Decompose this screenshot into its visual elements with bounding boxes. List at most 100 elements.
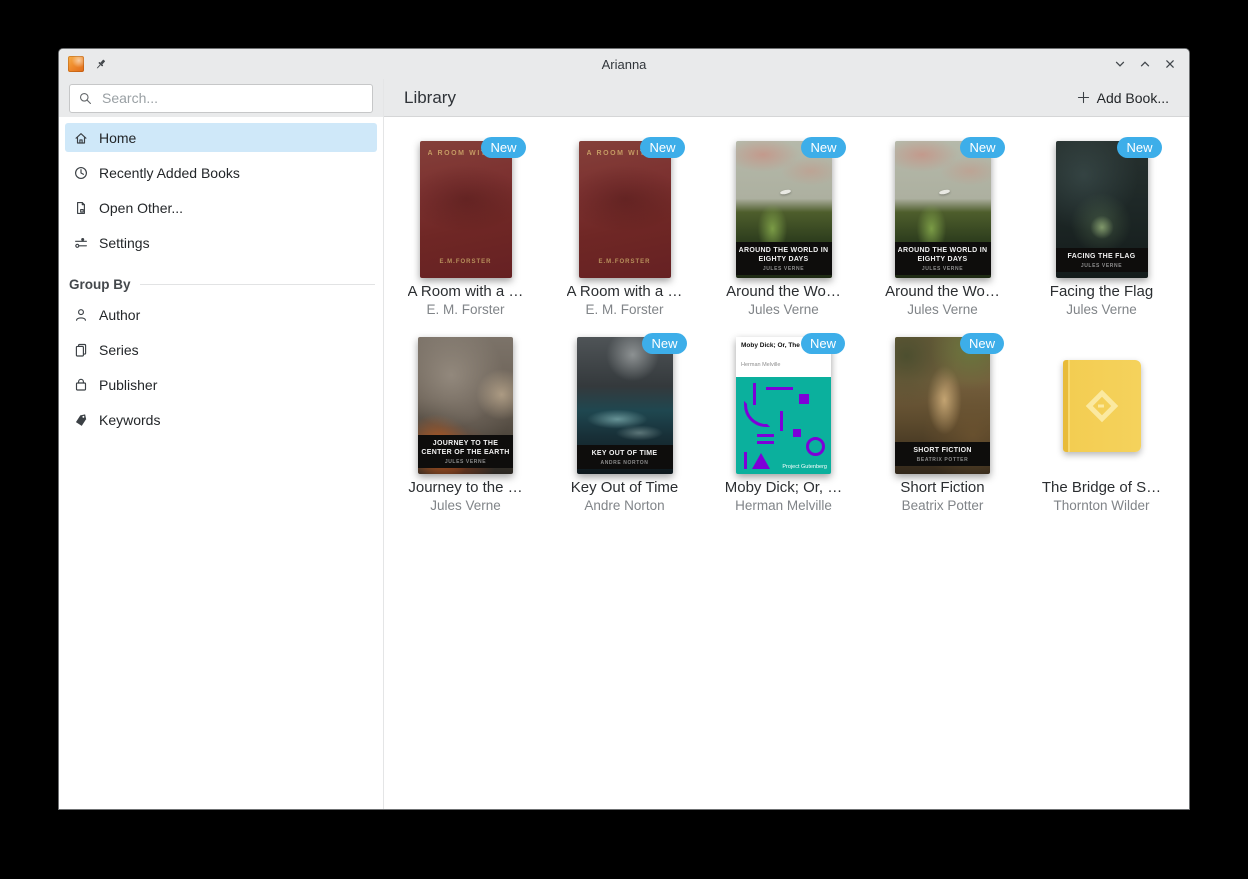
sidebar-item-series[interactable]: Series xyxy=(65,335,377,364)
page-title: Library xyxy=(404,88,456,108)
book-cover: FACING THE FLAG JULES VERNE New xyxy=(1056,141,1148,278)
sidebar: Home Recently Added Books Open Other... xyxy=(59,117,383,809)
book-card[interactable]: JOURNEY TO THE CENTER OF THE EARTH JULES… xyxy=(386,337,545,513)
book-author: Jules Verne xyxy=(430,498,501,513)
new-badge: New xyxy=(801,333,845,354)
book-cover: KEY OUT OF TIME ANDRE NORTON New xyxy=(577,337,673,474)
cover-band: AROUND THE WORLD IN EIGHTY DAYS JULES VE… xyxy=(736,242,832,275)
book-title: Short Fiction xyxy=(900,479,984,496)
add-book-label: Add Book... xyxy=(1097,90,1169,106)
book-title: A Room with a … xyxy=(567,283,683,300)
book-card[interactable]: FACING THE FLAG JULES VERNE New Facing t… xyxy=(1022,141,1181,317)
sidebar-item-label: Series xyxy=(99,342,139,358)
sidebar-item-label: Recently Added Books xyxy=(99,165,240,181)
group-by-header: Group By xyxy=(69,277,375,292)
book-author: Jules Verne xyxy=(907,302,978,317)
book-card[interactable]: A ROOM WITH A VIEW E.M.FORSTER New A Roo… xyxy=(386,141,545,317)
book-title: Around the Wo… xyxy=(885,283,1000,300)
cover-author-text: E.M.FORSTER xyxy=(579,259,671,265)
new-badge: New xyxy=(801,137,845,158)
cover-author-text: JULES VERNE xyxy=(1059,263,1145,269)
book-card[interactable]: AROUND THE WORLD IN EIGHTY DAYS JULES VE… xyxy=(704,141,863,317)
book-author: Jules Verne xyxy=(748,302,819,317)
maximize-button[interactable] xyxy=(1137,56,1153,72)
new-badge: New xyxy=(640,137,684,158)
new-badge: New xyxy=(481,137,525,158)
book-author: Thornton Wilder xyxy=(1053,498,1149,513)
book-title: The Bridge of S… xyxy=(1042,479,1161,496)
cover-title-text: JOURNEY TO THE CENTER OF THE EARTH xyxy=(421,439,510,457)
tag-icon xyxy=(73,412,89,428)
sidebar-item-label: Author xyxy=(99,307,140,323)
clock-icon xyxy=(73,165,89,181)
cover-band: KEY OUT OF TIME ANDRE NORTON xyxy=(577,445,673,469)
book-card[interactable]: KEY OUT OF TIME ANDRE NORTON New Key Out… xyxy=(545,337,704,513)
cover-band: FACING THE FLAG JULES VERNE xyxy=(1056,248,1148,272)
sidebar-item-publisher[interactable]: Publisher xyxy=(65,370,377,399)
search-input-box[interactable] xyxy=(69,84,373,113)
chevron-up-icon xyxy=(1137,56,1153,72)
cover-author-text: ANDRE NORTON xyxy=(580,460,670,466)
document-icon xyxy=(73,200,89,216)
close-button[interactable] xyxy=(1162,56,1178,72)
book-author: Andre Norton xyxy=(584,498,664,513)
cover-author-text: JULES VERNE xyxy=(739,266,829,272)
cover-band: JOURNEY TO THE CENTER OF THE EARTH JULES… xyxy=(418,435,513,468)
sidebar-item-open-other[interactable]: Open Other... xyxy=(65,193,377,222)
book-card[interactable]: A ROOM WITH A VIEW E.M.FORSTER New A Roo… xyxy=(545,141,704,317)
sidebar-item-label: Publisher xyxy=(99,377,157,393)
app-icon xyxy=(68,56,84,72)
sidebar-item-recently-added[interactable]: Recently Added Books xyxy=(65,158,377,187)
new-badge: New xyxy=(960,137,1004,158)
cover-author-text: Herman Melville xyxy=(741,362,826,368)
app-window: Arianna xyxy=(58,48,1190,810)
book-title: A Room with a … xyxy=(408,283,524,300)
sidebar-item-author[interactable]: Author xyxy=(65,300,377,329)
search-toolbar xyxy=(59,79,383,117)
home-icon xyxy=(73,130,89,146)
book-author: E. M. Forster xyxy=(426,302,504,317)
book-title: Facing the Flag xyxy=(1050,283,1153,300)
titlebar[interactable]: Arianna xyxy=(59,49,1189,79)
book-title: Moby Dick; Or, … xyxy=(725,479,843,496)
sidebar-item-label: Settings xyxy=(99,235,150,251)
book-title: Key Out of Time xyxy=(571,479,679,496)
book-card[interactable]: AROUND THE WORLD IN EIGHTY DAYS JULES VE… xyxy=(863,141,1022,317)
book-title: Around the Wo… xyxy=(726,283,841,300)
search-input[interactable] xyxy=(100,89,364,107)
cover-title-text: AROUND THE WORLD IN EIGHTY DAYS xyxy=(739,246,829,264)
sidebar-item-keywords[interactable]: Keywords xyxy=(65,405,377,434)
plus-icon xyxy=(1076,90,1091,105)
window-title: Arianna xyxy=(59,57,1189,72)
cover-title-text: SHORT FICTION xyxy=(898,446,987,455)
book-cover: AROUND THE WORLD IN EIGHTY DAYS JULES VE… xyxy=(736,141,832,278)
chevron-down-icon xyxy=(1112,56,1128,72)
new-badge: New xyxy=(960,333,1004,354)
close-icon xyxy=(1162,56,1178,72)
bag-icon xyxy=(73,377,89,393)
cover-title-text: AROUND THE WORLD IN EIGHTY DAYS xyxy=(898,246,988,264)
add-book-button[interactable]: Add Book... xyxy=(1068,85,1177,111)
cover-title-text: FACING THE FLAG xyxy=(1059,252,1145,261)
book-author: E. M. Forster xyxy=(585,302,663,317)
cover-author-text: E.M.FORSTER xyxy=(420,259,512,265)
pin-icon[interactable] xyxy=(92,56,108,72)
sidebar-item-label: Home xyxy=(99,130,136,146)
library-grid: A ROOM WITH A VIEW E.M.FORSTER New A Roo… xyxy=(384,117,1189,809)
book-card[interactable]: SHORT FICTION BEATRIX POTTER New Short F… xyxy=(863,337,1022,513)
sidebar-item-home[interactable]: Home xyxy=(65,123,377,152)
book-cover: Moby Dick; Or, The Whale Herman Melville xyxy=(736,337,831,474)
book-cover: A ROOM WITH A VIEW E.M.FORSTER New xyxy=(579,141,671,278)
cover-author-text: JULES VERNE xyxy=(421,459,510,465)
stacked-pages-icon xyxy=(73,342,89,358)
new-badge: New xyxy=(1117,137,1161,158)
book-title: Journey to the … xyxy=(408,479,522,496)
cover-author-text: JULES VERNE xyxy=(898,266,988,272)
book-cover: SHORT FICTION BEATRIX POTTER New xyxy=(895,337,990,474)
book-author: Jules Verne xyxy=(1066,302,1137,317)
book-card[interactable]: Moby Dick; Or, The Whale Herman Melville xyxy=(704,337,863,513)
sidebar-item-settings[interactable]: Settings xyxy=(65,228,377,257)
minimize-button[interactable] xyxy=(1112,56,1128,72)
book-card[interactable]: The Bridge of S… Thornton Wilder xyxy=(1022,337,1181,513)
book-cover: A ROOM WITH A VIEW E.M.FORSTER New xyxy=(420,141,512,278)
